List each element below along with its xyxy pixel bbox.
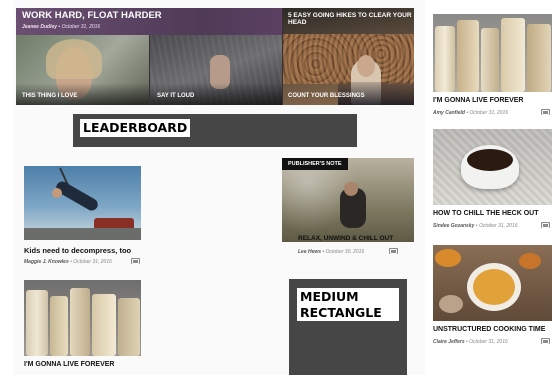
hero-author: Jeanee Dudley — [22, 24, 58, 30]
post-title-relax[interactable]: RELAX, UNWIND & CHILL OUT — [298, 235, 393, 242]
hero-tile-2[interactable]: SAY IT LOUD — [150, 35, 282, 105]
book-4 — [92, 294, 116, 356]
pumpkin-1 — [435, 249, 461, 267]
comment-icon[interactable] — [541, 109, 550, 115]
post-title-forever-left[interactable]: I'M GONNA LIVE FOREVER — [24, 361, 114, 368]
hero-date: October 31, 2016 — [61, 24, 101, 30]
leaderboard-label: LEADERBOARD — [80, 119, 191, 137]
post-date-cooking: October 31, 2016 — [469, 339, 508, 345]
book-3 — [70, 288, 90, 356]
tile-label-say[interactable]: SAY IT LOUD — [157, 93, 194, 100]
post-date-relax: October 30, 2016 — [325, 249, 365, 255]
page: WORK HARD, FLOAT HARDER Jeanee Dudley • … — [0, 0, 553, 375]
book-5 — [118, 298, 140, 356]
post-author-relax[interactable]: Lee Hews — [298, 249, 321, 255]
comment-icon[interactable] — [541, 338, 550, 344]
side-dish — [439, 295, 463, 313]
post-meta-relax: Lee Hews • October 30, 2016 — [298, 249, 365, 255]
book-3 — [481, 28, 499, 92]
post-image-coffee[interactable] — [433, 129, 552, 205]
medium-rect-line-2: RECTANGLE — [300, 304, 382, 320]
girl-hair — [46, 39, 102, 79]
post-title-kids[interactable]: Kids need to decompress, too — [24, 246, 131, 255]
post-title-forever-right[interactable]: I'M GONNA LIVE FOREVER — [433, 97, 523, 104]
post-author-forever-right[interactable]: Amy Canfield — [433, 110, 465, 116]
post-date-chill: October 31, 2016 — [478, 223, 518, 229]
coffee-surface — [467, 149, 513, 171]
hero-side-card[interactable]: 5 EASY GOING HIKES TO CLEAR YOUR HEAD CO… — [283, 8, 414, 105]
ground — [24, 228, 141, 240]
post-title-cooking[interactable]: UNSTRUCTURED COOKING TIME — [433, 326, 545, 333]
post-author-cooking[interactable]: Claire Jeffers — [433, 339, 465, 345]
hero-byline: Jeanee Dudley • October 31, 2016 — [22, 24, 101, 30]
comment-icon[interactable] — [541, 222, 550, 228]
hero-tile-1[interactable]: THIS THING I LOVE — [16, 35, 149, 105]
book-2 — [457, 20, 479, 92]
post-date-forever-right: October 31, 2016 — [469, 110, 509, 116]
book-5 — [527, 24, 551, 92]
post-image-relax[interactable]: PUBLISHER'S NOTE — [282, 158, 414, 242]
book-1 — [435, 26, 455, 92]
medium-rectangle-ad[interactable]: MEDIUM RECTANGLE — [289, 279, 407, 375]
book-4 — [501, 18, 525, 92]
hero-side-title[interactable]: 5 EASY GOING HIKES TO CLEAR YOUR HEAD — [288, 12, 412, 26]
publishers-note-badge: PUBLISHER'S NOTE — [282, 158, 348, 170]
woodpile-overlay — [283, 34, 414, 84]
post-image-books-left[interactable] — [24, 280, 141, 356]
woman-head — [344, 182, 358, 196]
post-meta-chill: Sindee Gozansky • October 31, 2016 — [433, 223, 518, 229]
woman-face — [357, 55, 375, 77]
kid-head — [52, 188, 62, 198]
comment-icon[interactable] — [389, 248, 398, 254]
leaderboard-ad[interactable]: LEADERBOARD — [73, 114, 357, 147]
pumpkin-2 — [519, 253, 541, 269]
post-image-books-right[interactable] — [433, 14, 552, 92]
medium-rect-line-1: MEDIUM — [300, 289, 359, 304]
comment-icon[interactable] — [131, 258, 140, 264]
post-image-soup[interactable] — [433, 245, 552, 321]
soup — [473, 269, 515, 305]
book-1 — [26, 290, 48, 356]
post-title-chill[interactable]: HOW TO CHILL THE HECK OUT — [433, 210, 539, 217]
post-meta-kids: Maggie J. Knowles • October 31, 2016 — [24, 259, 112, 265]
post-author-kids[interactable]: Maggie J. Knowles — [24, 259, 69, 265]
book-2 — [50, 296, 68, 356]
tile-label-blessings[interactable]: COUNT YOUR BLESSINGS — [288, 93, 365, 100]
post-author-chill[interactable]: Sindee Gozansky — [433, 223, 474, 229]
tile-label-love[interactable]: THIS THING I LOVE — [22, 93, 77, 100]
hero-main-header[interactable]: WORK HARD, FLOAT HARDER Jeanee Dudley • … — [16, 8, 282, 35]
hero-grid: WORK HARD, FLOAT HARDER Jeanee Dudley • … — [16, 8, 414, 105]
post-date-kids: October 31, 2016 — [73, 259, 112, 265]
medium-rect-label: MEDIUM RECTANGLE — [297, 288, 399, 322]
hero-title[interactable]: WORK HARD, FLOAT HARDER — [22, 10, 162, 21]
post-image-swing[interactable] — [24, 166, 141, 240]
post-meta-cooking: Claire Jeffers • October 31, 2016 — [433, 339, 508, 345]
post-meta-forever-right: Amy Canfield • October 31, 2016 — [433, 110, 509, 116]
